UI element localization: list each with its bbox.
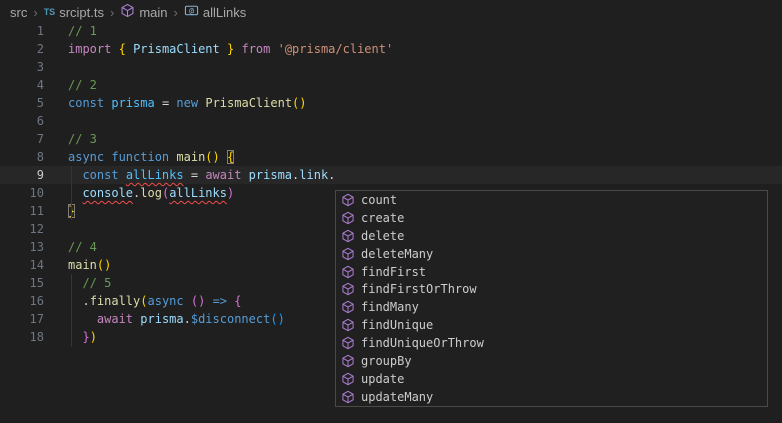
breadcrumb-item-src[interactable]: src xyxy=(10,5,27,20)
code-text: console.log(allLinks) xyxy=(68,184,234,202)
line-number: 5 xyxy=(0,94,44,112)
suggestion-item-updateMany[interactable]: updateMany xyxy=(336,388,767,406)
suggestion-item-findFirst[interactable]: findFirst xyxy=(336,263,767,281)
line-number: 7 xyxy=(0,130,44,148)
line-number: 16 xyxy=(0,292,44,310)
code-line-6[interactable]: 6 xyxy=(0,112,782,130)
suggestion-item-deleteMany[interactable]: deleteMany xyxy=(336,245,767,263)
suggestion-item-findUnique[interactable]: findUnique xyxy=(336,316,767,334)
symbol-method-icon xyxy=(341,372,355,386)
line-number: 12 xyxy=(0,220,44,238)
symbol-method-icon xyxy=(341,247,355,261)
code-text: // 3 xyxy=(68,130,97,148)
autocomplete-suggest-widget: count create delete deleteMany findFirst find… xyxy=(335,190,768,407)
code-line-1[interactable]: 1 // 1 xyxy=(0,22,782,40)
breadcrumb-label: src xyxy=(10,5,27,20)
symbol-method-icon xyxy=(341,318,355,332)
symbol-method-icon xyxy=(341,265,355,279)
vscode-editor-window: src › TS srcipt.ts › main › @ allLinks 1… xyxy=(0,0,782,423)
code-text: await prisma.$disconnect() xyxy=(68,310,285,328)
breadcrumb-label: srcipt.ts xyxy=(59,5,104,20)
indent-guide xyxy=(71,274,72,347)
symbol-method-icon xyxy=(341,193,355,207)
code-line-2[interactable]: 2 import { PrismaClient } from '@prisma/c… xyxy=(0,40,782,58)
suggestion-label: update xyxy=(361,372,404,386)
line-number: 10 xyxy=(0,184,44,202)
line-number: 8 xyxy=(0,148,44,166)
breadcrumb-label: allLinks xyxy=(203,5,246,20)
suggestion-label: findUniqueOrThrow xyxy=(361,336,484,350)
chevron-right-icon: › xyxy=(172,5,180,20)
breadcrumb: src › TS srcipt.ts › main › @ allLinks xyxy=(0,0,782,24)
symbol-method-icon xyxy=(120,3,135,21)
line-number: 13 xyxy=(0,238,44,256)
code-line-7[interactable]: 7 // 3 xyxy=(0,130,782,148)
suggestion-item-groupBy[interactable]: groupBy xyxy=(336,352,767,370)
code-line-3[interactable]: 3 xyxy=(0,58,782,76)
suggestion-label: delete xyxy=(361,229,404,243)
line-number: 15 xyxy=(0,274,44,292)
line-number: 1 xyxy=(0,22,44,40)
symbol-method-icon xyxy=(341,300,355,314)
suggestion-label: create xyxy=(361,211,404,225)
suggestion-item-update[interactable]: update xyxy=(336,370,767,388)
code-text: import { PrismaClient } from '@prisma/cl… xyxy=(68,40,393,58)
breadcrumb-label: main xyxy=(139,5,167,20)
code-text: const allLinks = await prisma.link. xyxy=(68,166,335,184)
code-line-8[interactable]: 8 async function main() { xyxy=(0,148,782,166)
symbol-method-icon xyxy=(341,336,355,350)
code-text: }) xyxy=(68,328,97,346)
line-number: 11 xyxy=(0,202,44,220)
code-text: const prisma = new PrismaClient() xyxy=(68,94,307,112)
chevron-right-icon: › xyxy=(108,5,116,20)
symbol-method-icon xyxy=(341,211,355,225)
line-number: 4 xyxy=(0,76,44,94)
symbol-method-icon xyxy=(341,229,355,243)
code-text: // 5 xyxy=(68,274,111,292)
suggestion-label: findFirstOrThrow xyxy=(361,282,477,296)
chevron-right-icon: › xyxy=(31,5,39,20)
suggestion-label: findUnique xyxy=(361,318,433,332)
symbol-variable-icon: @ xyxy=(184,3,199,21)
code-text: .finally(async () => { xyxy=(68,292,241,310)
suggestion-label: count xyxy=(361,193,397,207)
line-number: 18 xyxy=(0,328,44,346)
suggestion-item-count[interactable]: count xyxy=(336,191,767,209)
breadcrumb-item-allLinks[interactable]: @ allLinks xyxy=(184,3,246,21)
breadcrumb-item-file[interactable]: TS srcipt.ts xyxy=(44,5,104,20)
line-number: 6 xyxy=(0,112,44,130)
line-number: 17 xyxy=(0,310,44,328)
suggestion-label: deleteMany xyxy=(361,247,433,261)
svg-text:@: @ xyxy=(189,6,194,15)
line-number: 14 xyxy=(0,256,44,274)
suggestion-item-create[interactable]: create xyxy=(336,209,767,227)
suggestion-item-findMany[interactable]: findMany xyxy=(336,298,767,316)
code-line-9[interactable]: 9 const allLinks = await prisma.link. xyxy=(0,166,782,184)
code-text: // 2 xyxy=(68,76,97,94)
suggestion-label: findFirst xyxy=(361,265,426,279)
breadcrumb-item-main[interactable]: main xyxy=(120,3,167,21)
code-line-4[interactable]: 4 // 2 xyxy=(0,76,782,94)
ts-file-icon: TS xyxy=(44,7,56,17)
suggestion-item-delete[interactable]: delete xyxy=(336,227,767,245)
code-text: // 1 xyxy=(68,22,97,40)
suggestion-label: updateMany xyxy=(361,390,433,404)
line-number: 3 xyxy=(0,58,44,76)
symbol-method-icon xyxy=(341,390,355,404)
suggestion-item-findUniqueOrThrow[interactable]: findUniqueOrThrow xyxy=(336,334,767,352)
symbol-method-icon xyxy=(341,354,355,368)
line-number: 9 xyxy=(0,166,44,184)
indent-guide xyxy=(71,166,72,220)
suggestion-label: findMany xyxy=(361,300,419,314)
symbol-method-icon xyxy=(341,282,355,296)
code-line-5[interactable]: 5 const prisma = new PrismaClient() xyxy=(0,94,782,112)
suggestion-item-findFirstOrThrow[interactable]: findFirstOrThrow xyxy=(336,280,767,298)
code-text: // 4 xyxy=(68,238,97,256)
code-text: async function main() { xyxy=(68,148,234,166)
code-text: main() xyxy=(68,256,111,274)
line-number: 2 xyxy=(0,40,44,58)
suggestion-label: groupBy xyxy=(361,354,412,368)
